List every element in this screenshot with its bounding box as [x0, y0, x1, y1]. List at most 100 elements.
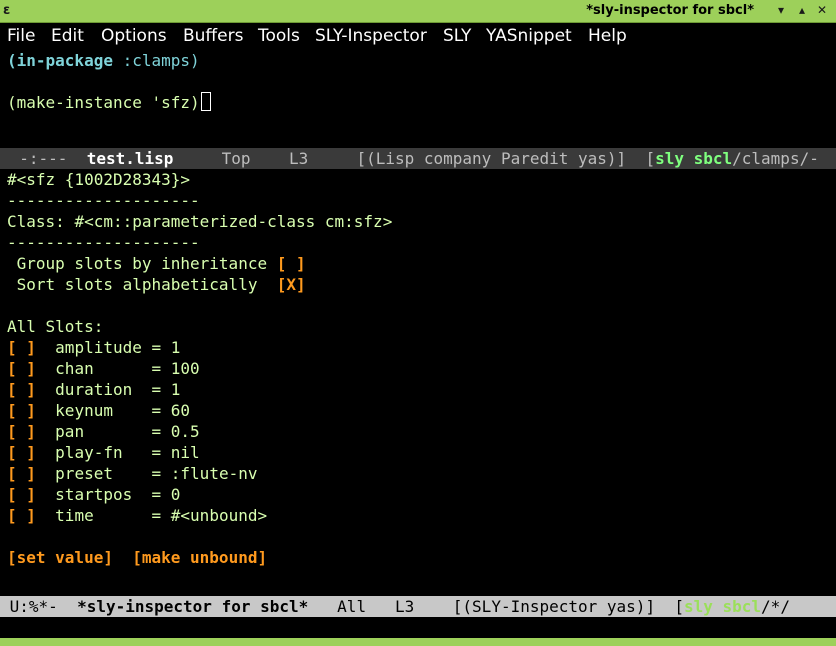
- menu-sly-inspector[interactable]: SLY-Inspector: [315, 26, 427, 46]
- slot-row: [ ] keynum = 60: [7, 400, 190, 421]
- slot-equals: =: [141, 464, 171, 483]
- menu-help[interactable]: Help: [588, 26, 627, 46]
- slot-name: pan: [55, 422, 142, 441]
- code-line-1[interactable]: (in-package :clamps): [7, 50, 200, 71]
- slot-row: [ ] pan = 0.5: [7, 421, 200, 442]
- slot-checkbox[interactable]: [ ]: [7, 338, 36, 357]
- window-title: *sly-inspector for sbcl*: [586, 3, 754, 18]
- menu-bar: File Edit Options Buffers Tools SLY-Insp…: [0, 23, 836, 50]
- title-bar: ε *sly-inspector for sbcl* ▾ ▴ ✕: [0, 0, 836, 23]
- modeline-position: Top: [221, 149, 251, 168]
- mode-line-inspector[interactable]: U:%*- *sly-inspector for sbcl* All L3 [(…: [0, 596, 836, 617]
- modeline-sly-prefix: [: [674, 597, 684, 616]
- slot-row: [ ] play-fn = nil: [7, 442, 200, 463]
- modeline-buffer-name[interactable]: *sly-inspector for sbcl*: [77, 597, 308, 616]
- action-row: [set value] [make unbound]: [7, 547, 267, 568]
- slot-equals: =: [141, 485, 171, 504]
- slot-equals: =: [141, 422, 171, 441]
- menu-edit[interactable]: Edit: [51, 26, 84, 46]
- slot-name: keynum: [55, 401, 142, 420]
- slot-name: startpos: [55, 485, 142, 504]
- modeline-state: -:---: [19, 149, 68, 168]
- separator-2: --------------------: [7, 233, 200, 252]
- slot-value[interactable]: :flute-nv: [171, 464, 258, 483]
- slot-name: play-fn: [55, 443, 142, 462]
- menu-yasnippet[interactable]: YASnippet: [486, 26, 572, 46]
- code-line-3[interactable]: (make-instance 'sfz): [7, 92, 211, 113]
- group-slots-label: Group slots by inheritance: [7, 254, 277, 273]
- minibuffer-border: [0, 638, 836, 646]
- slot-name: time: [55, 506, 142, 525]
- package-symbol: :clamps): [112, 51, 200, 70]
- modeline-sly-prefix: [: [645, 149, 656, 168]
- in-package-keyword: (in-package: [7, 51, 113, 70]
- slot-row: [ ] duration = 1: [7, 379, 180, 400]
- slot-value[interactable]: 1: [171, 338, 181, 357]
- slot-checkbox[interactable]: [ ]: [7, 443, 36, 462]
- slot-value[interactable]: nil: [171, 443, 200, 462]
- sort-slots-label: Sort slots alphabetically: [7, 275, 277, 294]
- modeline-sly-connection[interactable]: sly sbcl: [684, 597, 761, 616]
- menu-sly[interactable]: SLY: [443, 26, 471, 46]
- make-unbound-button[interactable]: [make unbound]: [132, 548, 267, 567]
- slot-value[interactable]: 1: [171, 380, 181, 399]
- modeline-line: L3: [394, 597, 415, 616]
- modeline-position: All: [337, 597, 367, 616]
- inspected-object: #<sfz {1002D28343}>: [7, 170, 191, 189]
- iconify-icon[interactable]: ▾: [774, 3, 788, 17]
- slot-value[interactable]: 100: [171, 359, 200, 378]
- class-value[interactable]: #<cm::parameterized-class cm:sfz>: [74, 212, 392, 231]
- group-slots-option: Group slots by inheritance [ ]: [7, 253, 306, 274]
- modeline-sly-suffix: /*/: [761, 597, 790, 616]
- slot-row: [ ] preset = :flute-nv: [7, 463, 257, 484]
- class-label: Class:: [7, 212, 75, 231]
- modeline-buffer-name[interactable]: test.lisp: [87, 149, 174, 168]
- menu-options[interactable]: Options: [101, 26, 167, 46]
- slot-checkbox[interactable]: [ ]: [7, 359, 36, 378]
- slot-equals: =: [141, 401, 171, 420]
- group-slots-checkbox[interactable]: [ ]: [277, 254, 306, 273]
- slot-value[interactable]: 0.5: [171, 422, 200, 441]
- slot-name: duration: [55, 380, 142, 399]
- slot-value[interactable]: 0: [171, 485, 181, 504]
- modeline-state: U:%*-: [9, 597, 58, 616]
- slot-equals: =: [141, 506, 171, 525]
- slot-row: [ ] amplitude = 1: [7, 337, 180, 358]
- separator-1: --------------------: [7, 191, 200, 210]
- emacs-icon: ε: [3, 3, 11, 18]
- slot-checkbox[interactable]: [ ]: [7, 380, 36, 399]
- mode-line-editor[interactable]: -:--- test.lisp Top L3 [(Lisp company Pa…: [0, 148, 836, 169]
- modeline-sly-suffix: /clamps/-: [732, 149, 819, 168]
- modeline-modes[interactable]: [(SLY-Inspector yas)]: [453, 597, 655, 616]
- slot-equals: =: [141, 380, 171, 399]
- slot-name: preset: [55, 464, 142, 483]
- text-cursor: [200, 92, 211, 111]
- slot-row: [ ] startpos = 0: [7, 484, 180, 505]
- menu-file[interactable]: File: [7, 26, 35, 46]
- class-line: Class: #<cm::parameterized-class cm:sfz>: [7, 211, 392, 232]
- slot-value[interactable]: #<unbound>: [171, 506, 267, 525]
- slot-name: amplitude: [55, 338, 142, 357]
- menu-tools[interactable]: Tools: [258, 26, 300, 46]
- maximize-icon[interactable]: ▴: [795, 3, 809, 17]
- close-icon[interactable]: ✕: [815, 3, 829, 17]
- menu-buffers[interactable]: Buffers: [183, 26, 243, 46]
- set-value-button[interactable]: [set value]: [7, 548, 113, 567]
- slot-checkbox[interactable]: [ ]: [7, 506, 36, 525]
- modeline-modes[interactable]: [(Lisp company Paredit yas)]: [356, 149, 626, 168]
- slot-row: [ ] time = #<unbound>: [7, 505, 267, 526]
- slot-checkbox[interactable]: [ ]: [7, 422, 36, 441]
- modeline-line: L3: [289, 149, 309, 168]
- slot-name: chan: [55, 359, 142, 378]
- slot-checkbox[interactable]: [ ]: [7, 485, 36, 504]
- slot-equals: =: [141, 359, 171, 378]
- all-slots-heading: All Slots:: [7, 317, 104, 336]
- make-instance-form: (make-instance 'sfz): [7, 93, 200, 112]
- slot-equals: =: [141, 338, 171, 357]
- sort-slots-option: Sort slots alphabetically [X]: [7, 274, 306, 295]
- slot-checkbox[interactable]: [ ]: [7, 401, 36, 420]
- sort-slots-checkbox[interactable]: [X]: [277, 275, 306, 294]
- modeline-sly-connection[interactable]: sly sbcl: [655, 149, 732, 168]
- slot-value[interactable]: 60: [171, 401, 190, 420]
- slot-checkbox[interactable]: [ ]: [7, 464, 36, 483]
